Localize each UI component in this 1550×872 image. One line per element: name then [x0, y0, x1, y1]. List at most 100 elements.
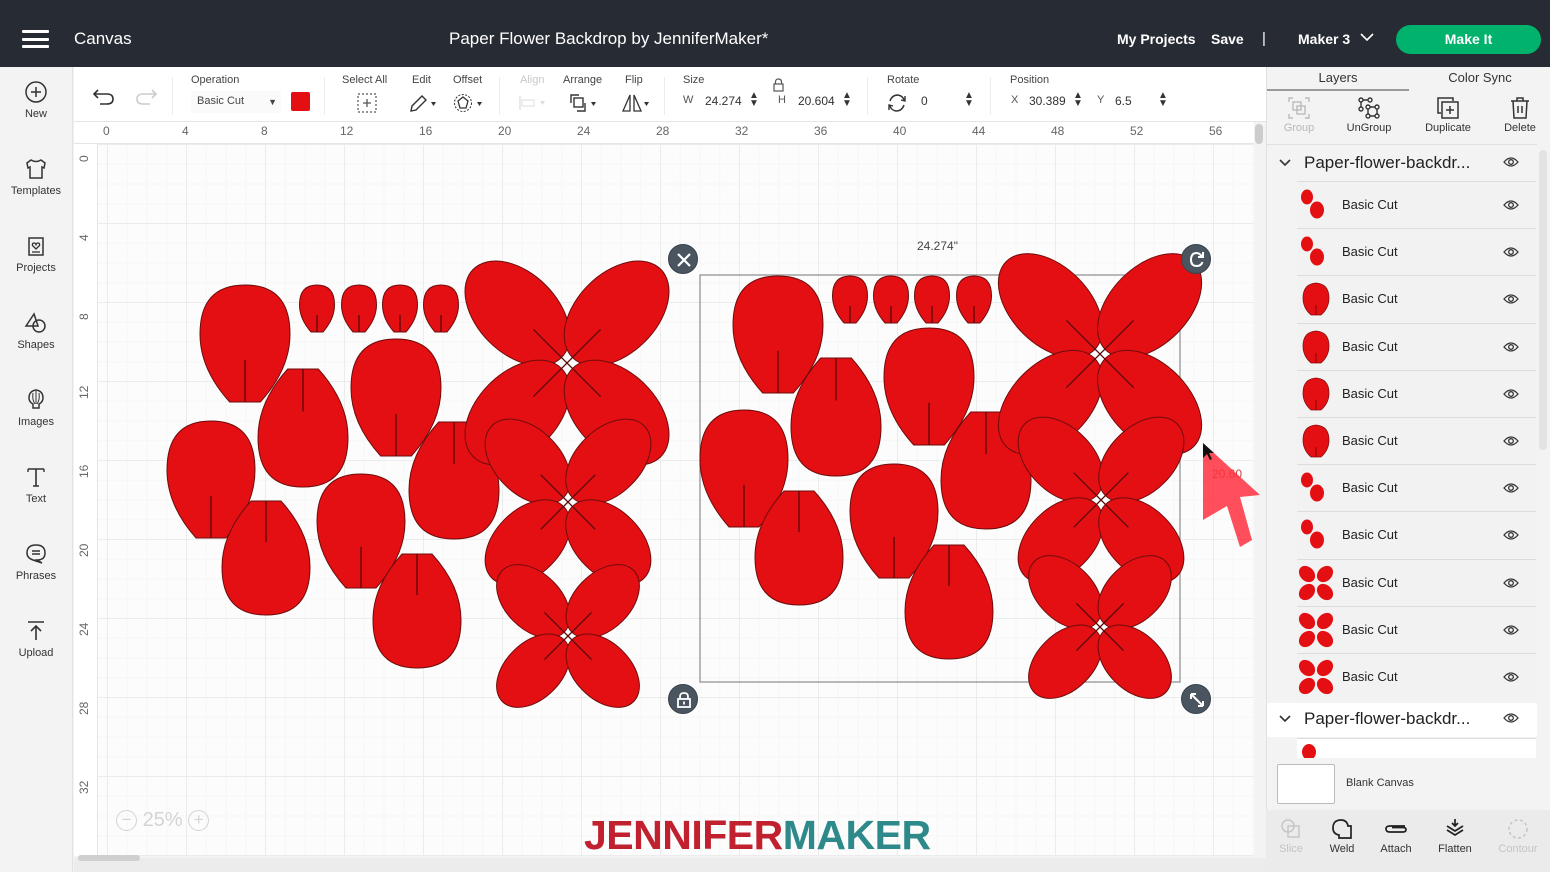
petal-shape[interactable]: [422, 284, 460, 333]
layer-item[interactable]: Basic Cut: [1297, 464, 1536, 512]
layer-item[interactable]: Basic Cut: [1297, 511, 1536, 559]
resize-handle[interactable]: [1181, 684, 1211, 714]
nav-text[interactable]: Text: [0, 465, 72, 505]
layer-item[interactable]: Basic Cut: [1297, 605, 1536, 653]
eye-icon[interactable]: [1503, 624, 1519, 636]
petal-shape[interactable]: [381, 284, 419, 333]
petal-shape[interactable]: [340, 284, 378, 333]
redo-icon[interactable]: [134, 87, 158, 107]
eye-icon[interactable]: [1503, 712, 1519, 724]
slice-button[interactable]: Slice: [1263, 818, 1319, 855]
nav-phrases[interactable]: Phrases: [0, 542, 72, 582]
my-projects-link[interactable]: My Projects: [1117, 31, 1196, 47]
flower-shape[interactable]: [445, 241, 689, 485]
nav-new[interactable]: New: [0, 80, 72, 120]
petal-shape[interactable]: [831, 275, 869, 324]
petal-shape[interactable]: [298, 284, 336, 333]
rotate-stepper[interactable]: ▲ ▼: [964, 91, 974, 109]
save-button[interactable]: Save: [1211, 31, 1244, 47]
make-it-button[interactable]: Make It: [1396, 25, 1541, 54]
undo-icon[interactable]: [92, 87, 116, 107]
duplicate-button[interactable]: Duplicate: [1413, 97, 1483, 134]
flatten-button[interactable]: Flatten: [1427, 818, 1483, 855]
y-stepper[interactable]: ▲ ▼: [1158, 91, 1168, 109]
vertical-scrollbar[interactable]: [1255, 124, 1263, 144]
offset-label: Offset: [453, 74, 483, 86]
nav-templates[interactable]: Templates: [0, 157, 72, 197]
layer-item[interactable]: Basic Cut: [1297, 369, 1536, 417]
blank-canvas-swatch[interactable]: [1277, 764, 1335, 804]
layers-scrollbar[interactable]: [1539, 150, 1547, 450]
machine-select[interactable]: Maker 3: [1298, 31, 1350, 47]
chevron-down-icon[interactable]: [1279, 156, 1291, 168]
layer-group[interactable]: Paper-flower-backdr...: [1267, 147, 1537, 181]
petal-shape[interactable]: [872, 275, 910, 324]
eye-icon[interactable]: [1503, 388, 1519, 400]
rotate-input[interactable]: 0: [921, 94, 928, 108]
layer-item[interactable]: Basic Cut: [1297, 322, 1536, 370]
chevron-down-icon[interactable]: [1360, 32, 1374, 42]
eye-icon[interactable]: [1503, 577, 1519, 589]
selection-width-label: 24.274": [917, 239, 958, 253]
nav-upload[interactable]: Upload: [0, 619, 72, 659]
layer-item[interactable]: Basic Cut: [1297, 228, 1536, 276]
flip-icon[interactable]: [622, 93, 654, 113]
zoom-in-button[interactable]: +: [188, 810, 210, 832]
flower-shape[interactable]: [483, 551, 654, 722]
contour-button[interactable]: Contour: [1490, 818, 1546, 855]
width-input[interactable]: 24.274: [705, 94, 742, 108]
rotate-icon[interactable]: [887, 93, 907, 113]
tab-color-sync[interactable]: Color Sync: [1409, 67, 1550, 91]
lock-icon[interactable]: [773, 78, 784, 92]
petal-thumbnail-icon: [1302, 744, 1316, 758]
layer-group[interactable]: Paper-flower-backdr...: [1267, 703, 1537, 737]
layer-item[interactable]: Basic Cut: [1297, 417, 1536, 464]
eye-icon[interactable]: [1503, 482, 1519, 494]
x-stepper[interactable]: ▲ ▼: [1073, 91, 1083, 109]
eye-icon[interactable]: [1503, 529, 1519, 541]
x-input[interactable]: 30.389: [1029, 94, 1069, 108]
petal-shape[interactable]: [913, 275, 951, 324]
nav-projects[interactable]: Projects: [0, 234, 72, 274]
lock-proportions-handle[interactable]: [668, 684, 698, 714]
document-title[interactable]: Paper Flower Backdrop by JenniferMaker*: [449, 29, 768, 49]
tab-layers[interactable]: Layers: [1267, 67, 1409, 91]
layer-item[interactable]: Basic Cut: [1297, 653, 1536, 700]
operation-select[interactable]: Basic Cut ▼: [191, 91, 281, 113]
eye-icon[interactable]: [1503, 341, 1519, 353]
hamburger-menu-icon[interactable]: [22, 30, 49, 48]
delete-handle[interactable]: [668, 244, 698, 274]
height-stepper[interactable]: ▲ ▼: [842, 91, 852, 109]
layer-item[interactable]: Basic Cut: [1297, 558, 1536, 606]
eye-icon[interactable]: [1503, 293, 1519, 305]
rotate-handle[interactable]: [1181, 244, 1211, 274]
attach-button[interactable]: Attach: [1368, 818, 1424, 855]
eye-icon[interactable]: [1503, 199, 1519, 211]
nav-shapes[interactable]: Shapes: [0, 311, 72, 351]
offset-icon[interactable]: [453, 93, 485, 113]
eye-icon[interactable]: [1503, 671, 1519, 683]
nav-images[interactable]: Images: [0, 388, 72, 428]
layer-item[interactable]: Basic Cut: [1297, 275, 1536, 323]
select-all-icon[interactable]: [357, 93, 377, 113]
arrange-icon[interactable]: [569, 93, 601, 113]
height-input[interactable]: 20.604: [798, 94, 835, 108]
width-stepper[interactable]: ▲ ▼: [749, 91, 759, 109]
horizontal-scrollbar[interactable]: [78, 855, 140, 861]
weld-button[interactable]: Weld: [1314, 818, 1370, 855]
chevron-down-icon[interactable]: [1279, 712, 1291, 724]
flower-shape[interactable]: [1015, 542, 1186, 713]
ungroup-button[interactable]: UnGroup: [1334, 97, 1404, 134]
operation-color-swatch[interactable]: [291, 92, 310, 111]
layer-item[interactable]: Basic Cut: [1297, 181, 1536, 228]
y-input[interactable]: 6.5: [1115, 94, 1132, 108]
pencil-edit-icon[interactable]: [408, 93, 438, 113]
zoom-out-button[interactable]: −: [116, 810, 137, 832]
group-button[interactable]: Group: [1264, 97, 1334, 134]
petal-shape[interactable]: [955, 275, 993, 324]
layer-item-partial[interactable]: [1297, 738, 1536, 758]
eye-icon[interactable]: [1503, 156, 1519, 168]
eye-icon[interactable]: [1503, 246, 1519, 258]
delete-button[interactable]: Delete: [1485, 97, 1550, 134]
eye-icon[interactable]: [1503, 435, 1519, 447]
